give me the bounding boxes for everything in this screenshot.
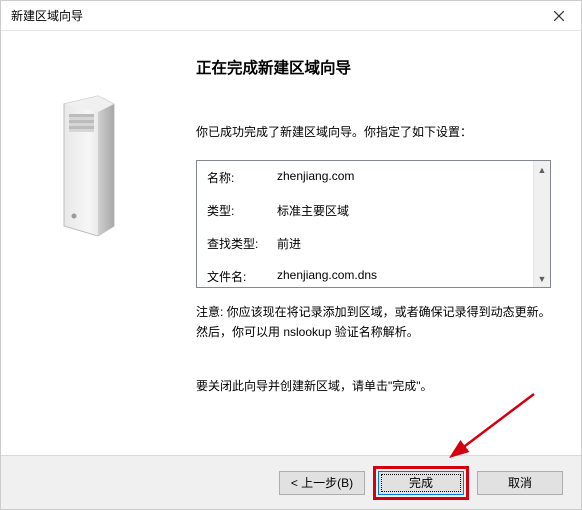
close-instruction: 要关闭此向导并创建新区域，请单击"完成"。 xyxy=(196,377,551,394)
setting-label-lookup: 查找类型: xyxy=(207,235,277,252)
settings-content: 名称: zhenjiang.com 类型: 标准主要区域 查找类型: 前进 文件… xyxy=(207,169,533,279)
setting-label-type: 类型: xyxy=(207,202,277,219)
scroll-up-icon[interactable]: ▲ xyxy=(534,161,551,178)
setting-label-file: 文件名: xyxy=(207,268,277,285)
page-heading: 正在完成新建区域向导 xyxy=(196,56,551,78)
wizard-window: 新建区域向导 xyxy=(0,0,582,510)
wizard-sidebar xyxy=(1,31,176,455)
wizard-main: 正在完成新建区域向导 你已成功完成了新建区域向导。你指定了如下设置： 名称: z… xyxy=(176,31,581,455)
close-button[interactable] xyxy=(536,1,581,30)
setting-value-name: zhenjiang.com xyxy=(277,169,354,186)
setting-value-file: zhenjiang.com.dns xyxy=(277,268,377,285)
wizard-footer: < 上一步(B) 完成 取消 xyxy=(1,455,581,509)
wizard-body: 正在完成新建区域向导 你已成功完成了新建区域向导。你指定了如下设置： 名称: z… xyxy=(1,31,581,455)
titlebar: 新建区域向导 xyxy=(1,1,581,31)
note-text: 注意: 你应该现在将记录添加到区域，或者确保记录得到动态更新。然后，你可以用 n… xyxy=(196,302,551,343)
setting-value-lookup: 前进 xyxy=(277,235,301,252)
list-item: 类型: 标准主要区域 xyxy=(207,202,533,219)
server-icon xyxy=(54,86,124,246)
intro-text: 你已成功完成了新建区域向导。你指定了如下设置： xyxy=(196,123,551,140)
window-title: 新建区域向导 xyxy=(11,7,83,24)
close-icon xyxy=(554,11,564,21)
scrollbar[interactable]: ▲ ▼ xyxy=(533,161,550,287)
setting-value-type: 标准主要区域 xyxy=(277,202,349,219)
scroll-down-icon[interactable]: ▼ xyxy=(534,270,551,287)
finish-highlight: 完成 xyxy=(373,466,469,500)
cancel-button[interactable]: 取消 xyxy=(477,471,563,495)
back-button[interactable]: < 上一步(B) xyxy=(279,471,365,495)
setting-label-name: 名称: xyxy=(207,169,277,186)
finish-button[interactable]: 完成 xyxy=(378,471,464,495)
list-item: 名称: zhenjiang.com xyxy=(207,169,533,186)
list-item: 文件名: zhenjiang.com.dns xyxy=(207,268,533,285)
settings-listbox: 名称: zhenjiang.com 类型: 标准主要区域 查找类型: 前进 文件… xyxy=(196,160,551,288)
list-item: 查找类型: 前进 xyxy=(207,235,533,252)
